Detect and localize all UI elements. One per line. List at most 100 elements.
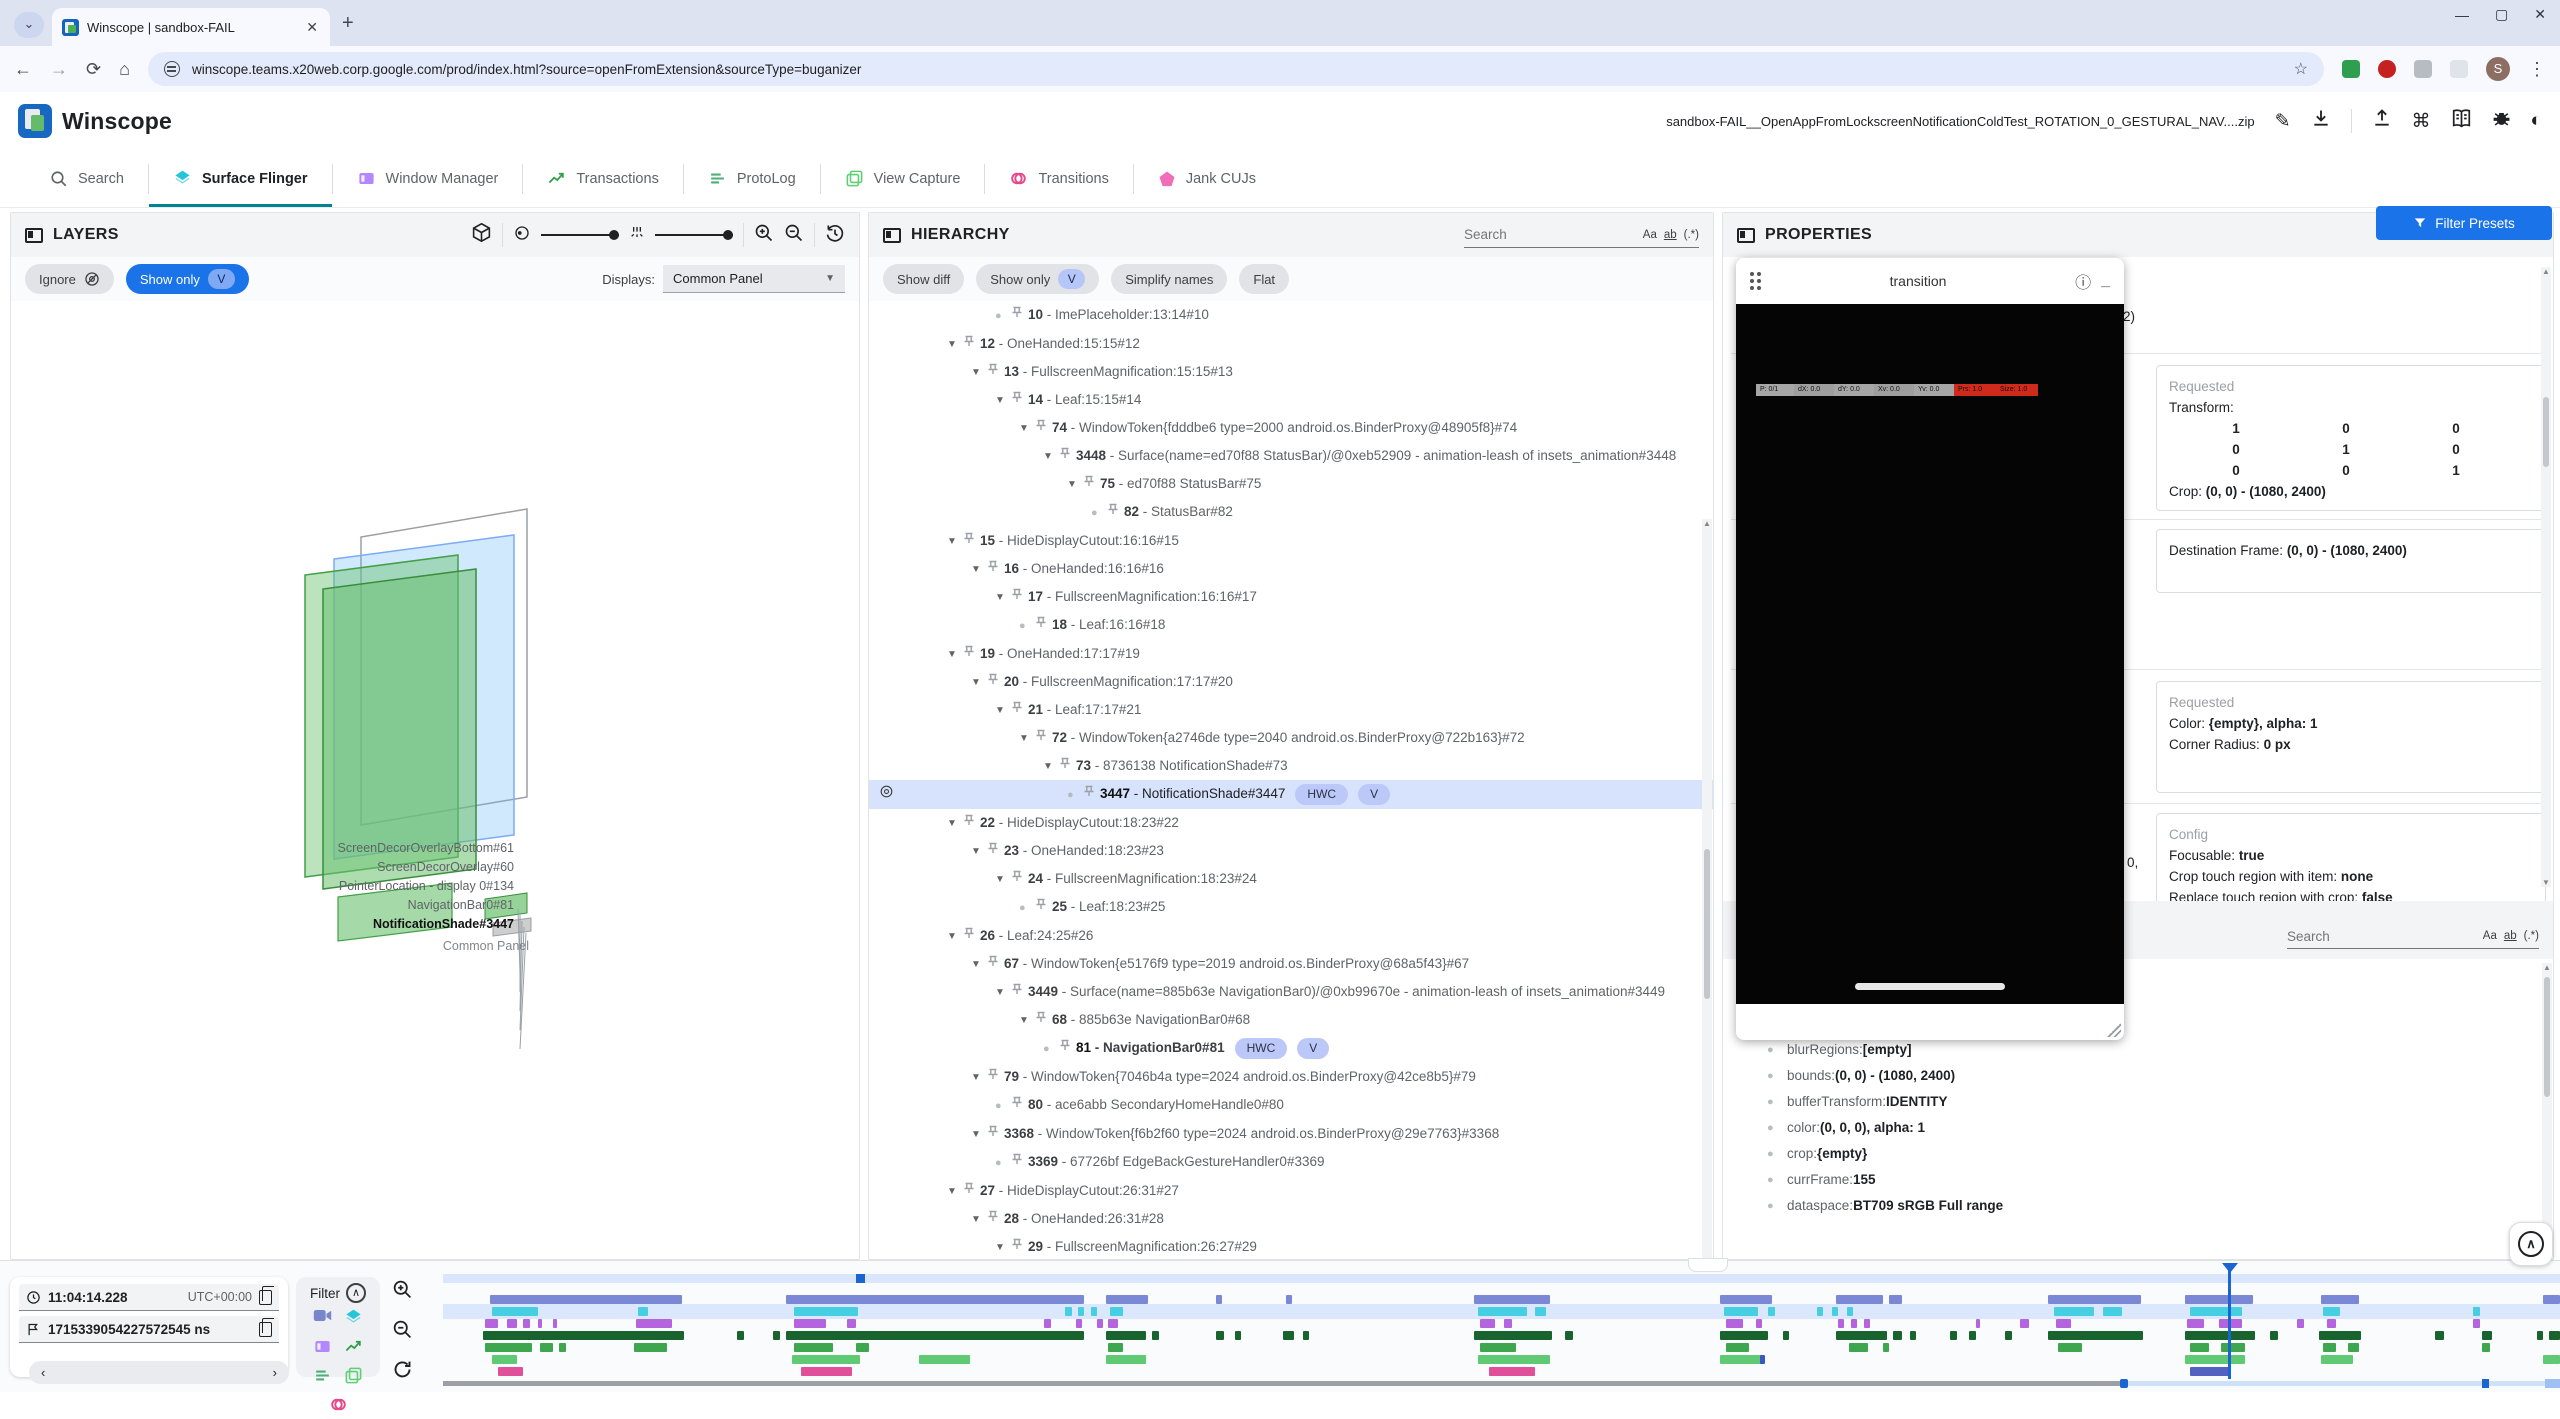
trace-block[interactable] bbox=[2297, 1319, 2303, 1328]
pin-icon[interactable] bbox=[1011, 589, 1023, 604]
pin-icon[interactable] bbox=[963, 815, 975, 830]
window-maximize-icon[interactable]: ▢ bbox=[2495, 6, 2508, 23]
bookmark-star-icon[interactable]: ☆ bbox=[2294, 59, 2308, 79]
pin-icon[interactable] bbox=[963, 646, 975, 661]
trace-block[interactable] bbox=[636, 1319, 672, 1328]
prev-frame-icon[interactable]: ‹ bbox=[41, 1365, 45, 1380]
regex-icon[interactable]: (.*) bbox=[1684, 229, 1699, 241]
trace-block[interactable] bbox=[2537, 1331, 2543, 1340]
trace-block[interactable] bbox=[1097, 1319, 1103, 1328]
hierarchy-chip-flat[interactable]: Flat bbox=[1239, 264, 1289, 294]
expand-arrow-icon[interactable]: ▼ bbox=[971, 1068, 987, 1087]
expand-arrow-icon[interactable]: ▼ bbox=[947, 814, 963, 833]
wm-filter-icon[interactable] bbox=[313, 1337, 332, 1361]
chart-filter-icon[interactable] bbox=[344, 1337, 363, 1361]
trace-block[interactable] bbox=[2054, 1307, 2094, 1316]
tree-row-28[interactable]: ▼28 - OneHanded:26:31#28 bbox=[869, 1205, 1713, 1233]
expand-arrow-icon[interactable]: ▼ bbox=[947, 927, 963, 946]
trace-block[interactable] bbox=[2185, 1331, 2255, 1340]
properties-list-scrollbar[interactable]: ▲ bbox=[2542, 963, 2552, 1260]
trace-block[interactable] bbox=[1768, 1307, 1774, 1316]
trace-block[interactable] bbox=[1838, 1319, 1844, 1328]
home-icon[interactable]: ⌂ bbox=[119, 59, 130, 80]
pin-icon[interactable] bbox=[1107, 504, 1119, 519]
trace-block[interactable] bbox=[1864, 1319, 1870, 1328]
pin-icon[interactable] bbox=[987, 674, 999, 689]
trace-tab-transitions[interactable]: Transitions bbox=[985, 150, 1132, 207]
zoom-in-icon[interactable] bbox=[754, 223, 774, 248]
trace-block[interactable] bbox=[2221, 1343, 2244, 1352]
expand-arrow-icon[interactable]: ▼ bbox=[995, 391, 1011, 410]
pin-icon[interactable] bbox=[1035, 899, 1047, 914]
layer-label[interactable]: NavigationBar0#81 bbox=[408, 898, 514, 912]
trace-block[interactable] bbox=[553, 1319, 557, 1328]
trace-block[interactable] bbox=[2543, 1355, 2560, 1364]
rings-filter-icon[interactable] bbox=[329, 1395, 348, 1419]
layer-label[interactable]: NotificationShade#3447 bbox=[373, 917, 514, 931]
pin-icon[interactable] bbox=[1035, 730, 1047, 745]
tree-row-3449[interactable]: ▼3449 - Surface(name=885b63e NavigationB… bbox=[869, 978, 1713, 1006]
hierarchy-chip-show-only[interactable]: Show onlyV bbox=[976, 264, 1099, 294]
filter-presets-button[interactable]: Filter Presets bbox=[2376, 206, 2552, 240]
tree-row-10[interactable]: ●10 - ImePlaceholder:13:14#10 bbox=[869, 301, 1713, 330]
trace-block[interactable] bbox=[801, 1367, 852, 1376]
trace-block[interactable] bbox=[638, 1307, 649, 1316]
list-filter-icon[interactable] bbox=[313, 1366, 332, 1390]
property-row-currFrame[interactable]: ●currFrame: 155 bbox=[1723, 1167, 2553, 1193]
expand-arrow-icon[interactable]: ▼ bbox=[995, 983, 1011, 1002]
property-row-blurRegions[interactable]: ●blurRegions: [empty] bbox=[1723, 1037, 2553, 1063]
copy-ns-icon[interactable] bbox=[259, 1322, 272, 1337]
extensions-puzzle-icon[interactable] bbox=[2414, 60, 2432, 78]
tab-close-icon[interactable]: ✕ bbox=[304, 19, 320, 36]
trace-tab-search[interactable]: Search bbox=[26, 150, 148, 207]
spacing-slider[interactable] bbox=[655, 234, 733, 236]
trace-block[interactable] bbox=[2321, 1295, 2359, 1304]
expand-arrow-icon[interactable]: ▼ bbox=[971, 673, 987, 692]
new-tab-button[interactable]: + bbox=[342, 12, 354, 35]
timeline-zoom-out-icon[interactable] bbox=[392, 1319, 413, 1345]
pin-icon[interactable] bbox=[1011, 1154, 1023, 1169]
trace-block[interactable] bbox=[2435, 1331, 2443, 1340]
trace-tab-surface-flinger[interactable]: Surface Flinger bbox=[149, 150, 332, 207]
expand-arrow-icon[interactable]: ▼ bbox=[1043, 447, 1059, 466]
trace-block[interactable] bbox=[1216, 1295, 1222, 1304]
tree-row-74[interactable]: ▼74 - WindowToken{fdddbe6 type=2000 andr… bbox=[869, 414, 1713, 442]
next-frame-icon[interactable]: › bbox=[273, 1365, 277, 1380]
tree-row-23[interactable]: ▼23 - OneHanded:18:23#23 bbox=[869, 837, 1713, 865]
tree-row-24[interactable]: ▼24 - FullscreenMagnification:18:23#24 bbox=[869, 865, 1713, 893]
trace-block[interactable] bbox=[1969, 1331, 1975, 1340]
tree-row-3447[interactable]: ●3447 - NotificationShade#3447HWCV bbox=[869, 780, 1713, 809]
tree-row-27[interactable]: ▼27 - HideDisplayCutout:26:31#27 bbox=[869, 1177, 1713, 1205]
trace-block[interactable] bbox=[1910, 1331, 1916, 1340]
trace-block[interactable] bbox=[1849, 1343, 1868, 1352]
trace-block[interactable] bbox=[2020, 1319, 2028, 1328]
trace-block[interactable] bbox=[540, 1343, 553, 1352]
trace-block[interactable] bbox=[1106, 1355, 1146, 1364]
timeline-zoom-reset-icon[interactable] bbox=[392, 1359, 413, 1385]
expand-arrow-icon[interactable]: ▼ bbox=[947, 532, 963, 551]
hierarchy-scrollbar[interactable]: ▲ ▼ bbox=[1702, 519, 1712, 1260]
expand-arrow-icon[interactable]: ▼ bbox=[1019, 1011, 1035, 1030]
trace-block[interactable] bbox=[1889, 1295, 1902, 1304]
trace-block[interactable] bbox=[794, 1307, 858, 1316]
expand-arrow-icon[interactable]: ▼ bbox=[971, 955, 987, 974]
download-icon[interactable] bbox=[2311, 108, 2331, 134]
trace-block[interactable] bbox=[2219, 1319, 2242, 1328]
match-case-icon[interactable]: Aa bbox=[2483, 930, 2497, 942]
videocam-filter-icon[interactable] bbox=[313, 1308, 332, 1332]
pin-icon[interactable] bbox=[1011, 307, 1023, 322]
show-only-chip[interactable]: Show only V bbox=[126, 264, 249, 294]
trace-block[interactable] bbox=[485, 1319, 498, 1328]
collapse-properties-button[interactable]: ∧ bbox=[2509, 1222, 2553, 1266]
pin-icon[interactable] bbox=[1011, 702, 1023, 717]
minimize-window-icon[interactable]: _ bbox=[2101, 272, 2110, 290]
trace-block[interactable] bbox=[2005, 1331, 2011, 1340]
trace-block[interactable] bbox=[2048, 1331, 2143, 1340]
trace-block[interactable] bbox=[1883, 1343, 1889, 1352]
3d-view-icon[interactable] bbox=[471, 222, 492, 248]
layers-3d-canvas[interactable]: ScreenDecorOverlayBottom#61ScreenDecorOv… bbox=[11, 301, 859, 1259]
timeline-minimap[interactable] bbox=[443, 1274, 2560, 1283]
properties-search-input[interactable] bbox=[2287, 924, 2447, 948]
hierarchy-search-input[interactable] bbox=[1464, 223, 1624, 247]
trace-block[interactable] bbox=[2473, 1319, 2479, 1328]
